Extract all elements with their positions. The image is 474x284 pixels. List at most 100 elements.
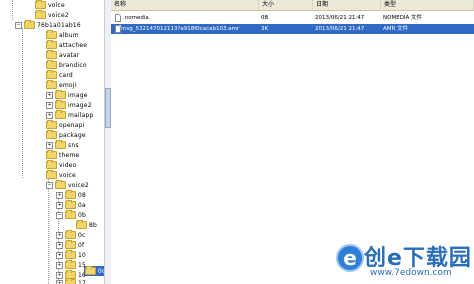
- tree-item-label: 0b: [78, 211, 87, 219]
- tree-scrollbar[interactable]: [104, 0, 111, 284]
- tree-line: [22, 28, 23, 178]
- tree-item-label: theme: [59, 151, 80, 159]
- folder-icon: [46, 160, 57, 169]
- tree-item-label: mailapp: [68, 111, 94, 119]
- folder-tree: voice voice2 − 76b1a01ab16 album attache…: [0, 0, 104, 284]
- file-size: 0B: [261, 15, 269, 21]
- tree-line: [12, 0, 13, 20]
- expand-icon[interactable]: +: [46, 91, 53, 99]
- tree-item[interactable]: + mailapp: [46, 110, 94, 120]
- folder-icon: [46, 50, 57, 59]
- tree-item[interactable]: − 0b: [56, 210, 86, 220]
- file-row-selected[interactable]: msg_532147012113?a918f0cacab103.amr 3K 2…: [111, 24, 474, 34]
- tree-item[interactable]: voice2: [35, 10, 69, 20]
- tree-item-label: package: [59, 131, 86, 139]
- tree-item[interactable]: + 17: [56, 278, 86, 284]
- tree-item-label: voice: [59, 171, 76, 179]
- folder-icon: [55, 140, 66, 149]
- folder-icon: [55, 110, 66, 119]
- file-row[interactable]: .nomedia 0B 2013/06/21 21:47 NOMEDIA 文件: [111, 13, 474, 23]
- tree-item[interactable]: brandico: [46, 60, 87, 70]
- file-type: AMR 文件: [383, 26, 409, 32]
- file-name: msg_532147012113?a918f0cacab103.amr: [121, 26, 240, 32]
- tree-item[interactable]: + 15: [56, 260, 86, 270]
- folder-icon: [46, 60, 57, 69]
- open-folder-icon: [85, 266, 96, 275]
- folder-icon: [65, 240, 76, 249]
- tree-item[interactable]: theme: [46, 150, 79, 160]
- tree-item[interactable]: openapi: [46, 120, 85, 130]
- tree-item-label: attachee: [59, 41, 88, 49]
- expand-icon[interactable]: +: [56, 201, 63, 209]
- tree-item[interactable]: album: [46, 30, 79, 40]
- expand-icon[interactable]: +: [56, 261, 63, 269]
- tree-line: [48, 178, 49, 284]
- tree-item-label: image: [68, 91, 88, 99]
- expand-icon[interactable]: +: [46, 111, 53, 119]
- tree-item[interactable]: + image2: [46, 100, 92, 110]
- tree-item[interactable]: package: [46, 130, 86, 140]
- column-header-bar: 名称 大小 日期 类型: [111, 0, 474, 11]
- tree-item-label: 0f: [78, 241, 85, 249]
- tree-item[interactable]: − 76b1a01ab16: [15, 20, 81, 30]
- expand-icon[interactable]: +: [56, 191, 63, 199]
- file-type: NOMEDIA 文件: [383, 15, 423, 21]
- tree-item[interactable]: card: [46, 70, 73, 80]
- tree-item[interactable]: voice: [35, 0, 65, 10]
- collapse-icon[interactable]: −: [46, 181, 53, 189]
- folder-icon: [55, 180, 66, 189]
- tree-item-label: emoji: [59, 81, 77, 89]
- tree-item[interactable]: + sns: [46, 140, 79, 150]
- tree-item[interactable]: avatar: [46, 50, 80, 60]
- tree-item-label: 08: [78, 191, 87, 199]
- tree-item[interactable]: + 08: [56, 190, 86, 200]
- column-header-size[interactable]: 大小: [259, 0, 313, 10]
- tree-item[interactable]: + 0f: [56, 240, 84, 250]
- expand-icon[interactable]: +: [46, 141, 53, 149]
- folder-icon: [46, 80, 57, 89]
- tree-item[interactable]: attachee: [46, 40, 87, 50]
- collapse-icon[interactable]: −: [15, 21, 22, 29]
- tree-item[interactable]: − voice2: [46, 180, 89, 190]
- tree-item-label: sns: [68, 141, 79, 149]
- folder-icon: [76, 220, 87, 229]
- tree-item-label: 0c: [78, 231, 86, 239]
- tree-item-label: 17: [78, 279, 87, 284]
- folder-icon: [55, 90, 66, 99]
- column-header-name[interactable]: 名称: [111, 0, 259, 10]
- expand-icon[interactable]: +: [56, 279, 63, 284]
- folder-icon: [24, 20, 35, 29]
- tree-item-selected[interactable]: 0c: [84, 266, 104, 276]
- tree-item[interactable]: + 0c: [56, 230, 86, 240]
- tree-item[interactable]: 8b: [76, 220, 97, 230]
- tree-item[interactable]: + 10: [56, 250, 86, 260]
- file-date: 2013/06/21 21:47: [315, 26, 365, 32]
- folder-icon: [65, 260, 76, 269]
- tree-item[interactable]: video: [46, 160, 76, 170]
- collapse-icon[interactable]: −: [56, 211, 63, 219]
- tree-item-label: card: [59, 71, 73, 79]
- tree-item-label: voice2: [68, 181, 89, 189]
- tree-item[interactable]: + image: [46, 90, 88, 100]
- expand-icon[interactable]: +: [56, 231, 63, 239]
- tree-item[interactable]: emoji: [46, 80, 77, 90]
- tree-item[interactable]: + 0a: [56, 200, 86, 210]
- folder-icon: [65, 230, 76, 239]
- folder-icon: [65, 200, 76, 209]
- expand-icon[interactable]: +: [46, 101, 53, 109]
- column-header-date[interactable]: 日期: [313, 0, 381, 10]
- folder-icon: [65, 210, 76, 219]
- tree-item[interactable]: voice: [46, 170, 76, 180]
- tree-item-label: 76b1a01ab16: [37, 21, 81, 29]
- watermark-logo-icon: e: [336, 244, 364, 272]
- expand-icon[interactable]: +: [56, 251, 63, 259]
- tree-item-label: 0a: [78, 201, 86, 209]
- folder-icon: [46, 30, 57, 39]
- folder-icon: [46, 150, 57, 159]
- tree-item-label: video: [59, 161, 77, 169]
- file-date: 2013/06/21 21:47: [315, 15, 365, 21]
- expand-icon[interactable]: +: [56, 241, 63, 249]
- tree-item-label: album: [59, 31, 79, 39]
- column-header-type[interactable]: 类型: [381, 0, 474, 10]
- folder-icon: [65, 278, 76, 284]
